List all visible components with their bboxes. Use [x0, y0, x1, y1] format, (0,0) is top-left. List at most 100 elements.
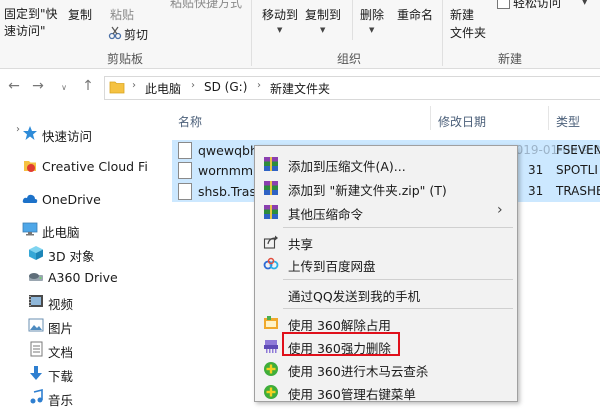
- cloud-icon: [22, 194, 38, 203]
- menu-item-other-compress[interactable]: 其他压缩命令 ›: [255, 200, 517, 224]
- file-date: 31: [528, 163, 544, 177]
- menu-item-label: 使用 360进行木马云查杀: [288, 364, 429, 379]
- column-divider: [430, 106, 431, 130]
- scan-360-icon: [264, 362, 278, 376]
- folder-icon: [109, 81, 125, 94]
- rename-button[interactable]: 重命名: [397, 6, 433, 23]
- document-icon: [30, 341, 43, 357]
- file-type: TRASHE: [556, 184, 600, 198]
- image-icon: [28, 318, 44, 332]
- context-menu: 添加到压缩文件(A)... 添加到 "新建文件夹.zip" (T) 其他压缩命令…: [254, 145, 518, 402]
- file-name: shsb.Tras: [198, 184, 256, 199]
- chevron-down-icon: ▼: [320, 26, 326, 34]
- download-icon: [30, 366, 42, 380]
- share-icon: [263, 235, 278, 249]
- nav-item-3d-objects[interactable]: 3D 对象: [0, 242, 162, 264]
- menu-item-share[interactable]: 共享: [255, 230, 517, 254]
- breadcrumb-sd-drive[interactable]: SD (G:): [204, 80, 247, 94]
- move-to-button[interactable]: 移动到: [262, 6, 298, 23]
- nav-item-pictures[interactable]: 图片: [0, 314, 162, 336]
- file-date: 31: [528, 184, 544, 198]
- nav-item-label: 图片: [48, 321, 74, 336]
- paste-shortcut-button[interactable]: 粘贴快捷方式: [170, 0, 242, 11]
- paste-button[interactable]: 粘贴: [110, 6, 134, 23]
- pin-quick-access-button[interactable]: 固定到"快速访问": [4, 6, 66, 40]
- breadcrumb-this-pc[interactable]: 此电脑: [145, 80, 181, 97]
- menu-item-add-to-archive[interactable]: 添加到压缩文件(A)...: [255, 152, 517, 176]
- baidu-cloud-icon: [263, 257, 279, 270]
- drive-icon: [29, 273, 43, 281]
- navigation-pane: › 快速访问 Creative Cloud Fi OneDrive 此电脑 3D…: [0, 104, 162, 408]
- nav-item-downloads[interactable]: 下载: [0, 362, 162, 384]
- easy-access-checkbox[interactable]: [497, 0, 510, 9]
- chevron-down-icon: ▼: [369, 26, 375, 34]
- nav-item-label: 下载: [48, 369, 74, 384]
- copy-button[interactable]: 复制: [68, 6, 92, 23]
- file-type: SPOTLI: [556, 163, 598, 177]
- menu-item-label: 添加到压缩文件(A)...: [288, 159, 406, 174]
- chevron-right-icon: ›: [497, 202, 503, 218]
- new-group-label: 新建: [498, 52, 523, 66]
- nav-item-videos[interactable]: 视频: [0, 290, 162, 312]
- file-icon: [178, 162, 192, 179]
- menu-separator: [283, 227, 513, 228]
- archive-icon: [264, 181, 278, 195]
- file-name: wornmm.: [198, 163, 258, 178]
- cut-button[interactable]: 剪切: [124, 26, 148, 43]
- delete-button[interactable]: 删除: [360, 6, 384, 23]
- nav-item-documents[interactable]: 文档: [0, 338, 162, 360]
- back-button[interactable]: ←: [6, 78, 22, 94]
- recent-locations-button[interactable]: ∨: [56, 83, 72, 92]
- menu-item-label: 上传到百度网盘: [288, 259, 376, 274]
- star-icon: [23, 126, 37, 140]
- new-folder-button[interactable]: 新建 文件夹: [450, 6, 486, 42]
- menu-separator: [283, 308, 513, 309]
- nav-item-label: 视频: [48, 297, 74, 312]
- menu-item-label: 通过QQ发送到我的手机: [288, 289, 421, 304]
- archive-icon: [264, 157, 278, 171]
- nav-item-quick-access[interactable]: › 快速访问: [0, 122, 162, 144]
- menu-item-label: 添加到 "新建文件夹.zip" (T): [288, 183, 447, 198]
- menu-360-icon: [264, 385, 278, 399]
- video-icon: [29, 295, 43, 307]
- file-type: FSEVEN: [556, 143, 600, 157]
- nav-item-label: OneDrive: [42, 192, 101, 207]
- highlight-box: [282, 332, 400, 356]
- breadcrumb-separator: ›: [132, 80, 136, 91]
- menu-item-add-to-zip[interactable]: 添加到 "新建文件夹.zip" (T): [255, 176, 517, 200]
- forward-button[interactable]: →: [30, 78, 46, 94]
- nav-item-label: 3D 对象: [48, 249, 95, 264]
- breadcrumb-new-folder[interactable]: 新建文件夹: [270, 80, 330, 97]
- cube-icon: [29, 246, 43, 260]
- organize-group-label: 组织: [337, 52, 362, 66]
- menu-item-label: 其他压缩命令: [288, 207, 364, 222]
- menu-item-360-trojan-scan[interactable]: 使用 360进行木马云查杀: [255, 357, 517, 381]
- group-divider: [442, 0, 443, 66]
- chevron-down-icon: ▼: [277, 26, 283, 34]
- copy-to-button[interactable]: 复制到: [305, 6, 341, 23]
- nav-item-label: A360 Drive: [48, 270, 118, 285]
- chevron-right-icon: ›: [16, 124, 20, 135]
- column-divider: [548, 106, 549, 130]
- menu-item-qq-send[interactable]: 通过QQ发送到我的手机: [255, 282, 517, 306]
- nav-item-a360-drive[interactable]: A360 Drive: [0, 266, 162, 288]
- file-icon: [178, 142, 192, 159]
- column-header-name[interactable]: 名称: [178, 113, 202, 130]
- nav-item-creative-cloud[interactable]: Creative Cloud Fi: [0, 155, 162, 177]
- nav-item-label: 文档: [48, 345, 74, 360]
- easy-access-button[interactable]: 轻松访问: [513, 0, 561, 11]
- menu-item-360-manage-menu[interactable]: 使用 360管理右键菜单: [255, 380, 517, 404]
- scissors-icon: [108, 26, 122, 40]
- computer-icon: [22, 222, 38, 236]
- file-icon: [178, 183, 192, 200]
- menu-item-baidu-upload[interactable]: 上传到百度网盘: [255, 252, 517, 276]
- nav-item-this-pc[interactable]: 此电脑: [0, 218, 162, 240]
- column-header-modified[interactable]: 修改日期: [438, 113, 486, 130]
- chevron-down-icon: ▼: [582, 0, 588, 6]
- column-header-type[interactable]: 类型: [556, 113, 580, 130]
- nav-item-label: 快速访问: [42, 129, 93, 144]
- up-button[interactable]: ↑: [80, 78, 96, 94]
- menu-separator: [283, 279, 513, 280]
- nav-item-music[interactable]: 音乐: [0, 386, 162, 408]
- nav-item-onedrive[interactable]: OneDrive: [0, 188, 162, 210]
